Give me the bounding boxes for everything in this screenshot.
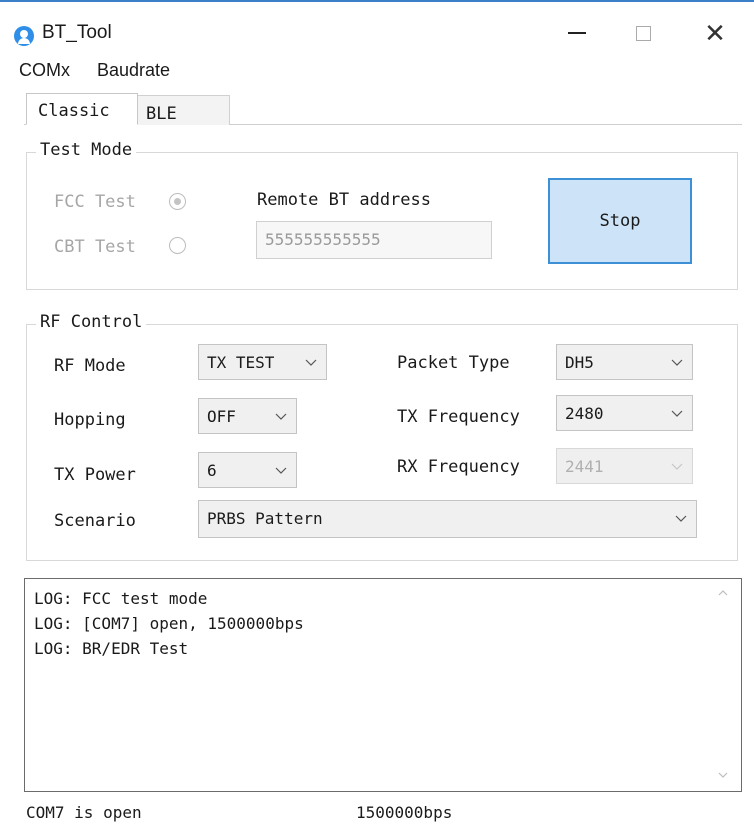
chevron-down-icon: [305, 359, 317, 366]
chevron-down-icon: [275, 467, 287, 474]
scroll-down-icon[interactable]: [716, 768, 730, 782]
menu-baudrate[interactable]: Baudrate: [97, 60, 170, 81]
close-button[interactable]: ✕: [690, 12, 740, 54]
remote-bt-address-label: Remote BT address: [257, 190, 431, 210]
packet-type-label: Packet Type: [397, 353, 510, 373]
minimize-button[interactable]: [552, 12, 602, 54]
packet-type-select[interactable]: DH5: [556, 344, 693, 380]
chevron-down-icon: [275, 413, 287, 420]
chevron-down-icon: [675, 515, 687, 522]
hopping-select[interactable]: OFF: [198, 398, 297, 434]
rf-mode-select[interactable]: TX TEST: [198, 344, 327, 380]
tx-power-label: TX Power: [54, 465, 136, 485]
hopping-value: OFF: [207, 407, 236, 426]
packet-type-value: DH5: [565, 353, 594, 372]
tx-power-value: 6: [207, 461, 217, 480]
test-mode-legend: Test Mode: [36, 140, 137, 160]
remote-bt-address-field[interactable]: 555555555555: [256, 221, 492, 259]
rx-frequency-value: 2441: [565, 457, 604, 476]
scenario-value: PRBS Pattern: [207, 509, 323, 528]
chevron-down-icon: [671, 463, 683, 470]
minimize-icon: [568, 32, 586, 34]
log-line: LOG: [COM7] open, 1500000bps: [34, 614, 304, 633]
rf-control-legend: RF Control: [36, 312, 147, 332]
scenario-select[interactable]: PRBS Pattern: [198, 500, 697, 538]
log-line: LOG: BR/EDR Test: [34, 639, 189, 658]
chevron-down-icon: [671, 410, 683, 417]
app-icon: [14, 26, 34, 46]
log-line: LOG: FCC test mode: [34, 589, 208, 608]
maximize-icon: [635, 25, 651, 41]
scroll-up-icon[interactable]: [716, 586, 730, 600]
hopping-label: Hopping: [54, 410, 126, 430]
fcc-test-label: FCC Test: [54, 192, 136, 212]
menu-comx[interactable]: COMx: [19, 60, 70, 81]
close-icon: ✕: [704, 17, 726, 48]
rf-mode-label: RF Mode: [54, 356, 126, 376]
scenario-label: Scenario: [54, 511, 136, 531]
rx-frequency-label: RX Frequency: [397, 457, 520, 477]
cbt-test-radio[interactable]: [169, 237, 186, 254]
cbt-test-label: CBT Test: [54, 237, 136, 257]
tx-power-select[interactable]: 6: [198, 452, 297, 488]
tab-ble[interactable]: BLE: [138, 95, 230, 125]
tab-classic[interactable]: Classic: [26, 93, 138, 125]
status-port: COM7 is open: [26, 803, 142, 822]
tx-frequency-select[interactable]: 2480: [556, 395, 693, 431]
status-baudrate: 1500000bps: [356, 803, 453, 822]
log-textarea[interactable]: [24, 578, 742, 792]
window-title: BT_Tool: [42, 22, 112, 43]
maximize-button[interactable]: [618, 12, 668, 54]
tx-frequency-label: TX Frequency: [397, 407, 520, 427]
fcc-test-radio[interactable]: [169, 193, 186, 210]
tx-frequency-value: 2480: [565, 404, 604, 423]
rx-frequency-select[interactable]: 2441: [556, 448, 693, 484]
chevron-down-icon: [671, 359, 683, 366]
stop-button[interactable]: Stop: [548, 178, 692, 264]
rf-mode-value: TX TEST: [207, 353, 275, 372]
